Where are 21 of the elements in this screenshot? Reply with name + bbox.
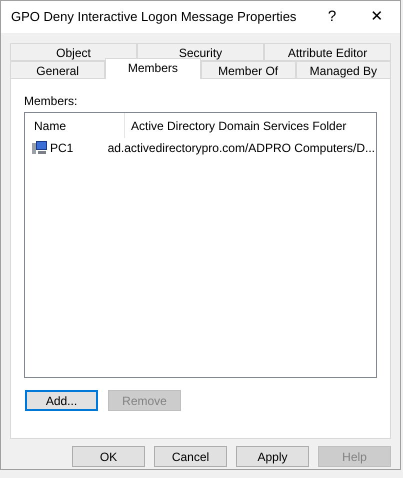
dialog-button[interactable]: OK [72, 446, 145, 467]
computer-icon [32, 141, 48, 155]
dialog-button[interactable]: Apply [236, 446, 309, 467]
tab[interactable]: Member Of [200, 61, 296, 79]
close-button[interactable]: ✕ [354, 2, 400, 32]
tab[interactable]: Managed By [296, 61, 391, 79]
column-header[interactable]: Name [26, 113, 124, 138]
tab[interactable]: General [10, 61, 106, 79]
column-header[interactable]: Active Directory Domain Services Folder [124, 113, 375, 138]
member-folder: ad.activedirectorypro.com/ADPRO Computers/D... [106, 140, 375, 157]
tab[interactable]: Security [137, 43, 264, 61]
member-row[interactable]: PC1 ad.activedirectorypro.com/ADPRO Computers/D... [26, 138, 375, 158]
help-button[interactable]: ? [310, 2, 354, 32]
window-title: GPO Deny Interactive Logon Message Properties [11, 8, 298, 26]
members-label: Members: [24, 93, 78, 110]
add-button[interactable]: Add... [25, 390, 98, 411]
member-name: PC1 [50, 140, 74, 157]
tab[interactable]: Members [105, 58, 200, 79]
dialog-button[interactable]: Cancel [154, 446, 227, 467]
tab[interactable]: Object [10, 43, 137, 61]
tab[interactable]: Attribute Editor [264, 43, 391, 61]
